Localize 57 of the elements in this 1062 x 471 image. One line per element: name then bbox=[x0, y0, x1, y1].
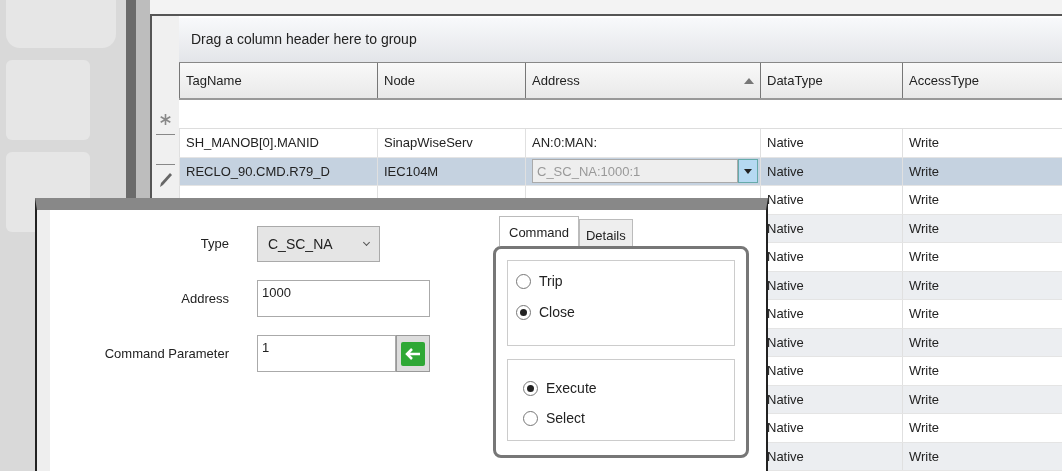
data-type-cell-text: Native bbox=[767, 305, 804, 323]
asterisk-icon bbox=[160, 113, 171, 125]
data-type-cell-text: Native bbox=[767, 191, 804, 209]
access-type-cell-text: Write bbox=[909, 390, 940, 409]
access-type-cell-text: Write bbox=[909, 276, 940, 295]
data-type-cell-text: Native bbox=[767, 419, 804, 437]
access-type-cell-text: Write bbox=[909, 191, 940, 209]
pencil-icon bbox=[158, 171, 173, 188]
radio-button[interactable] bbox=[516, 305, 531, 320]
node-cell-text: IEC104M bbox=[384, 162, 439, 181]
data-type-cell-text: Native bbox=[767, 248, 804, 266]
column-header[interactable]: AccessType bbox=[909, 70, 980, 91]
data-type-cell-text: Native bbox=[767, 333, 804, 352]
column-header[interactable]: DataType bbox=[767, 70, 823, 91]
radio-option[interactable]: Trip bbox=[516, 271, 563, 292]
field-label: Command Parameter bbox=[104, 345, 229, 361]
access-type-cell-text: Write bbox=[909, 447, 940, 466]
tag-name-cell-text: SH_MANOB[0].MANID bbox=[186, 134, 319, 152]
access-type-cell-text: Write bbox=[909, 248, 940, 266]
access-type-cell-text: Write bbox=[909, 162, 940, 181]
column-header[interactable]: Node bbox=[384, 70, 416, 91]
tag-name-cell-text: RECLO_90.CMD.R79_D bbox=[186, 162, 330, 181]
access-type-cell-text: Write bbox=[909, 333, 940, 352]
radio-option[interactable]: Execute bbox=[523, 378, 597, 399]
tab[interactable]: Details bbox=[578, 219, 633, 246]
access-type-cell-text: Write bbox=[909, 305, 940, 323]
radio-button[interactable] bbox=[523, 381, 538, 396]
access-type-cell-text: Write bbox=[909, 219, 940, 238]
data-type-cell-text: Native bbox=[767, 276, 804, 295]
node-cell-text: SinapWiseServ bbox=[384, 134, 473, 152]
data-type-cell-text: Native bbox=[767, 390, 804, 409]
field-label: Type bbox=[200, 236, 229, 252]
tab[interactable]: Command bbox=[499, 216, 579, 246]
command-parameter-input[interactable]: 1 bbox=[257, 335, 396, 372]
type-dropdown[interactable]: C_SC_NA bbox=[257, 226, 380, 262]
radio-option[interactable]: Close bbox=[516, 302, 575, 323]
data-type-cell-text: Native bbox=[767, 134, 804, 152]
dropdown-button[interactable] bbox=[738, 159, 758, 184]
data-type-cell-text: Native bbox=[767, 219, 804, 238]
apply-button[interactable] bbox=[396, 335, 430, 372]
column-header[interactable]: TagName bbox=[186, 70, 242, 91]
column-header[interactable]: Address bbox=[532, 70, 580, 91]
data-type-cell-text: Native bbox=[767, 362, 804, 380]
field-label: Address bbox=[181, 290, 229, 306]
address-input[interactable]: 1000 bbox=[257, 280, 430, 317]
radio-button[interactable] bbox=[523, 411, 538, 426]
access-type-cell-text: Write bbox=[909, 419, 940, 437]
caret-icon bbox=[744, 168, 752, 174]
sort-ascending-icon bbox=[744, 77, 754, 84]
data-type-cell-text: Native bbox=[767, 447, 804, 466]
radio-option[interactable]: Select bbox=[523, 408, 585, 429]
group-panel: Drag a column header here to group bbox=[179, 18, 1062, 62]
access-type-cell-text: Write bbox=[909, 362, 940, 380]
access-type-cell-text: Write bbox=[909, 134, 940, 152]
address-cell-text: AN:0:MAN: bbox=[532, 134, 597, 152]
data-type-cell-text: Native bbox=[767, 162, 804, 181]
radio-button[interactable] bbox=[516, 274, 531, 289]
